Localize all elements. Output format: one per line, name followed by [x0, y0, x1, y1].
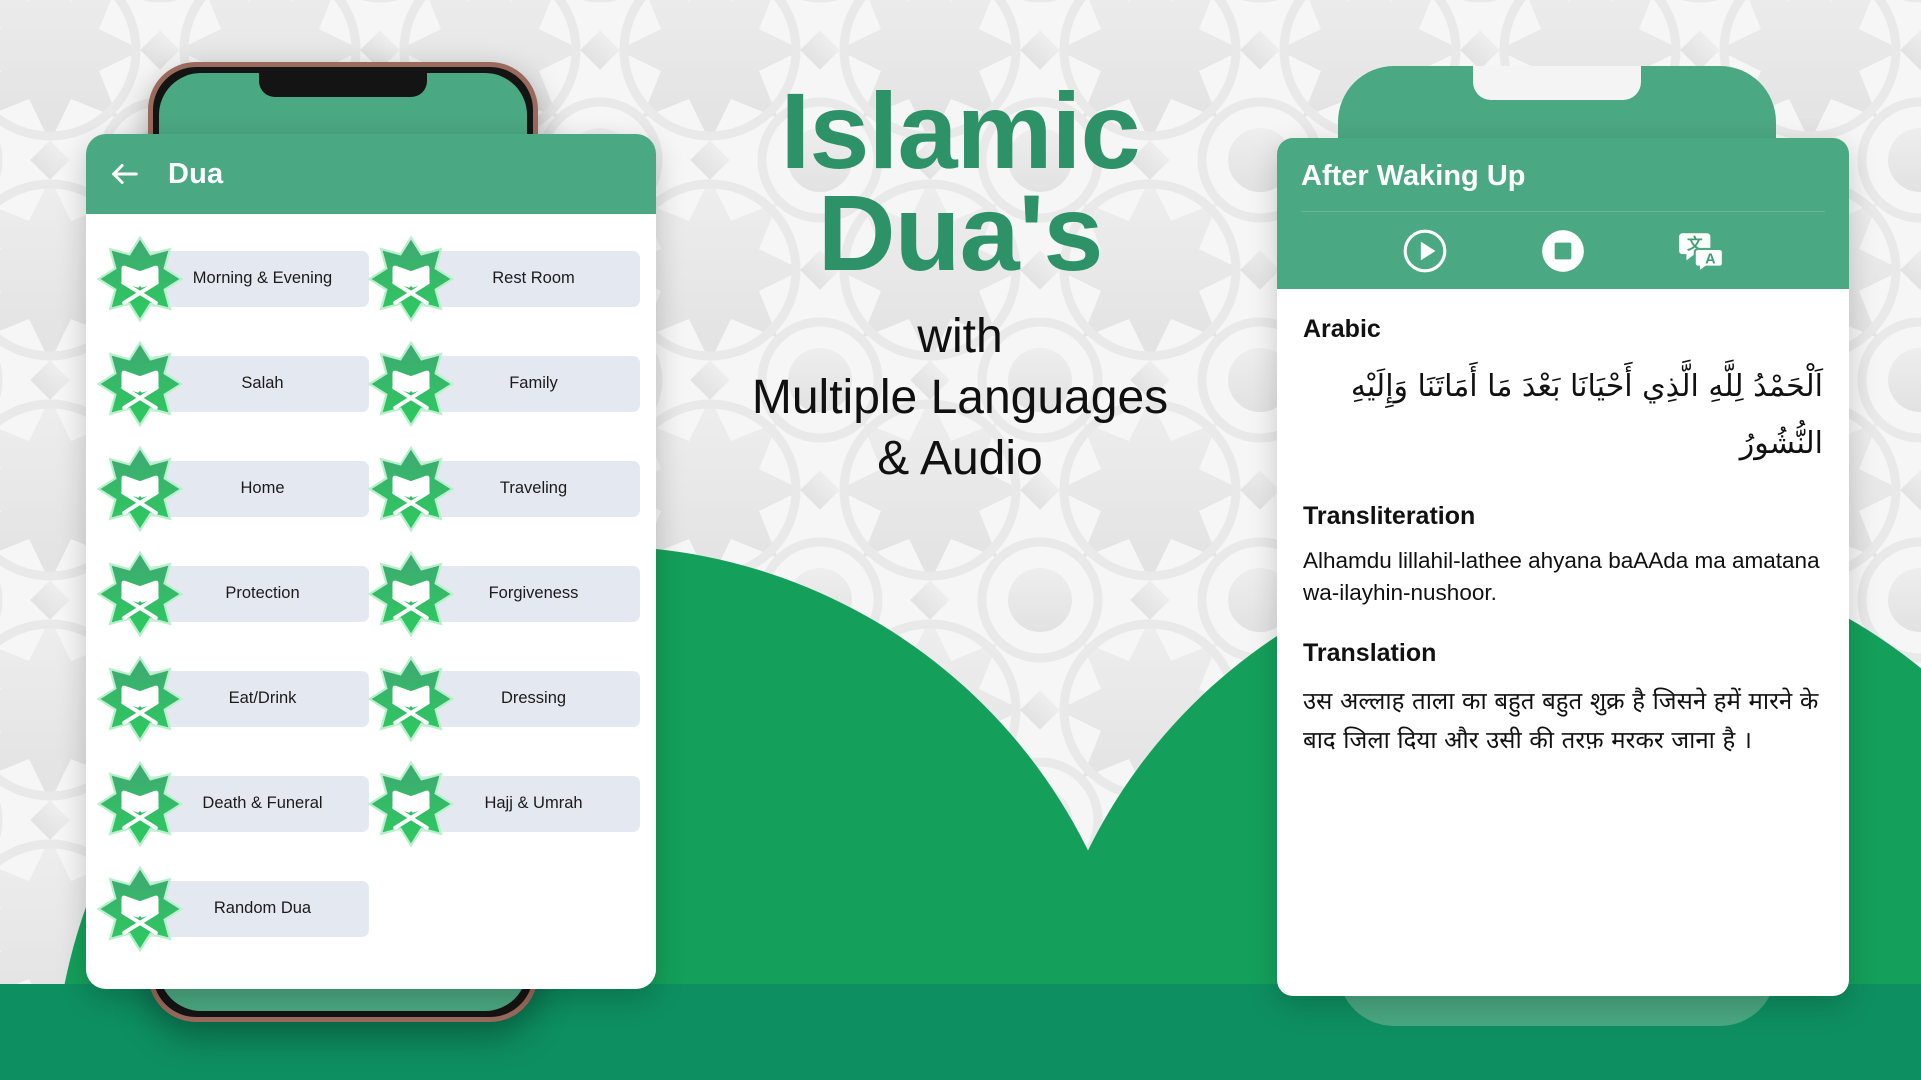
- dua-category-item[interactable]: Protection: [96, 541, 369, 646]
- dua-category-item[interactable]: Rest Room: [367, 226, 640, 331]
- quran-star-icon: [367, 235, 455, 323]
- subhead-with: with: [917, 310, 1003, 364]
- quran-star-icon: [367, 655, 455, 743]
- quran-star-icon: [96, 235, 184, 323]
- detail-appbar: After Waking Up 文 A: [1277, 138, 1849, 289]
- dua-category-item[interactable]: Hajj & Umrah: [367, 751, 640, 856]
- quran-star-icon: [96, 340, 184, 428]
- page-title: Dua: [168, 157, 224, 190]
- quran-star-icon: [367, 340, 455, 428]
- dua-category-item[interactable]: Traveling: [367, 436, 640, 541]
- promo-copy: Islamic Dua's with Multiple Languages & …: [640, 70, 1280, 486]
- translation-heading: Translation: [1303, 638, 1437, 667]
- transliteration-text: Alhamdu lillahil-lathee ahyana baAAda ma…: [1303, 548, 1820, 605]
- stop-circle-icon[interactable]: [1538, 226, 1588, 276]
- quran-star-icon: [367, 445, 455, 533]
- dua-category-item[interactable]: Dressing: [367, 646, 640, 751]
- subhead-languages: Multiple Languages: [751, 371, 1169, 425]
- dua-category-item[interactable]: Random Dua: [96, 856, 369, 961]
- arrow-left-icon[interactable]: [108, 157, 142, 191]
- phone-notch-right: [1473, 66, 1641, 100]
- detail-title: After Waking Up: [1301, 160, 1526, 192]
- dua-category-item[interactable]: Eat/Drink: [96, 646, 369, 751]
- arabic-heading: Arabic: [1303, 315, 1381, 343]
- translation-text: उस अल्लाह ताला का बहुत बहुत शुक्र है जिस…: [1303, 686, 1819, 755]
- headline-line-1: Islamic: [780, 70, 1140, 191]
- quran-star-icon: [367, 760, 455, 848]
- dua-category-item[interactable]: Death & Funeral: [96, 751, 369, 856]
- quran-star-icon: [96, 445, 184, 533]
- dua-list-screen: Dua Morning & Evening Rest Room Salah Fa…: [86, 134, 656, 989]
- dua-detail-body: Arabic اَلْحَمْدُ لِلَّهِ الَّذِي أَحْيَ…: [1277, 289, 1849, 771]
- transliteration-heading: Transliteration: [1303, 502, 1476, 530]
- audio-toolbar: 文 A: [1301, 211, 1825, 289]
- phone-notch-left: [259, 67, 427, 97]
- dua-category-grid: Morning & Evening Rest Room Salah Family…: [86, 214, 656, 987]
- quran-star-icon: [367, 550, 455, 638]
- subhead-audio: & Audio: [877, 432, 1043, 486]
- dua-detail-screen: After Waking Up 文 A Arabic اَلْحَمْدُ لِ…: [1277, 138, 1849, 996]
- play-circle-icon[interactable]: [1400, 226, 1450, 276]
- quran-star-icon: [96, 550, 184, 638]
- translate-icon[interactable]: 文 A: [1676, 226, 1726, 276]
- svg-text:A: A: [1705, 251, 1716, 267]
- quran-star-icon: [96, 865, 184, 953]
- arabic-text: اَلْحَمْدُ لِلَّهِ الَّذِي أَحْيَانَا بَ…: [1350, 369, 1823, 461]
- headline-line-2: Dua's: [817, 171, 1104, 293]
- dua-category-item[interactable]: Forgiveness: [367, 541, 640, 646]
- quran-star-icon: [96, 655, 184, 743]
- dua-category-item[interactable]: Family: [367, 331, 640, 436]
- dua-appbar: Dua: [86, 134, 656, 214]
- quran-star-icon: [96, 760, 184, 848]
- dua-category-item[interactable]: Morning & Evening: [96, 226, 369, 331]
- promo-banner: Dua Morning & Evening Rest Room Salah Fa…: [0, 0, 1921, 1080]
- dua-category-item[interactable]: Home: [96, 436, 369, 541]
- dua-category-item[interactable]: Salah: [96, 331, 369, 436]
